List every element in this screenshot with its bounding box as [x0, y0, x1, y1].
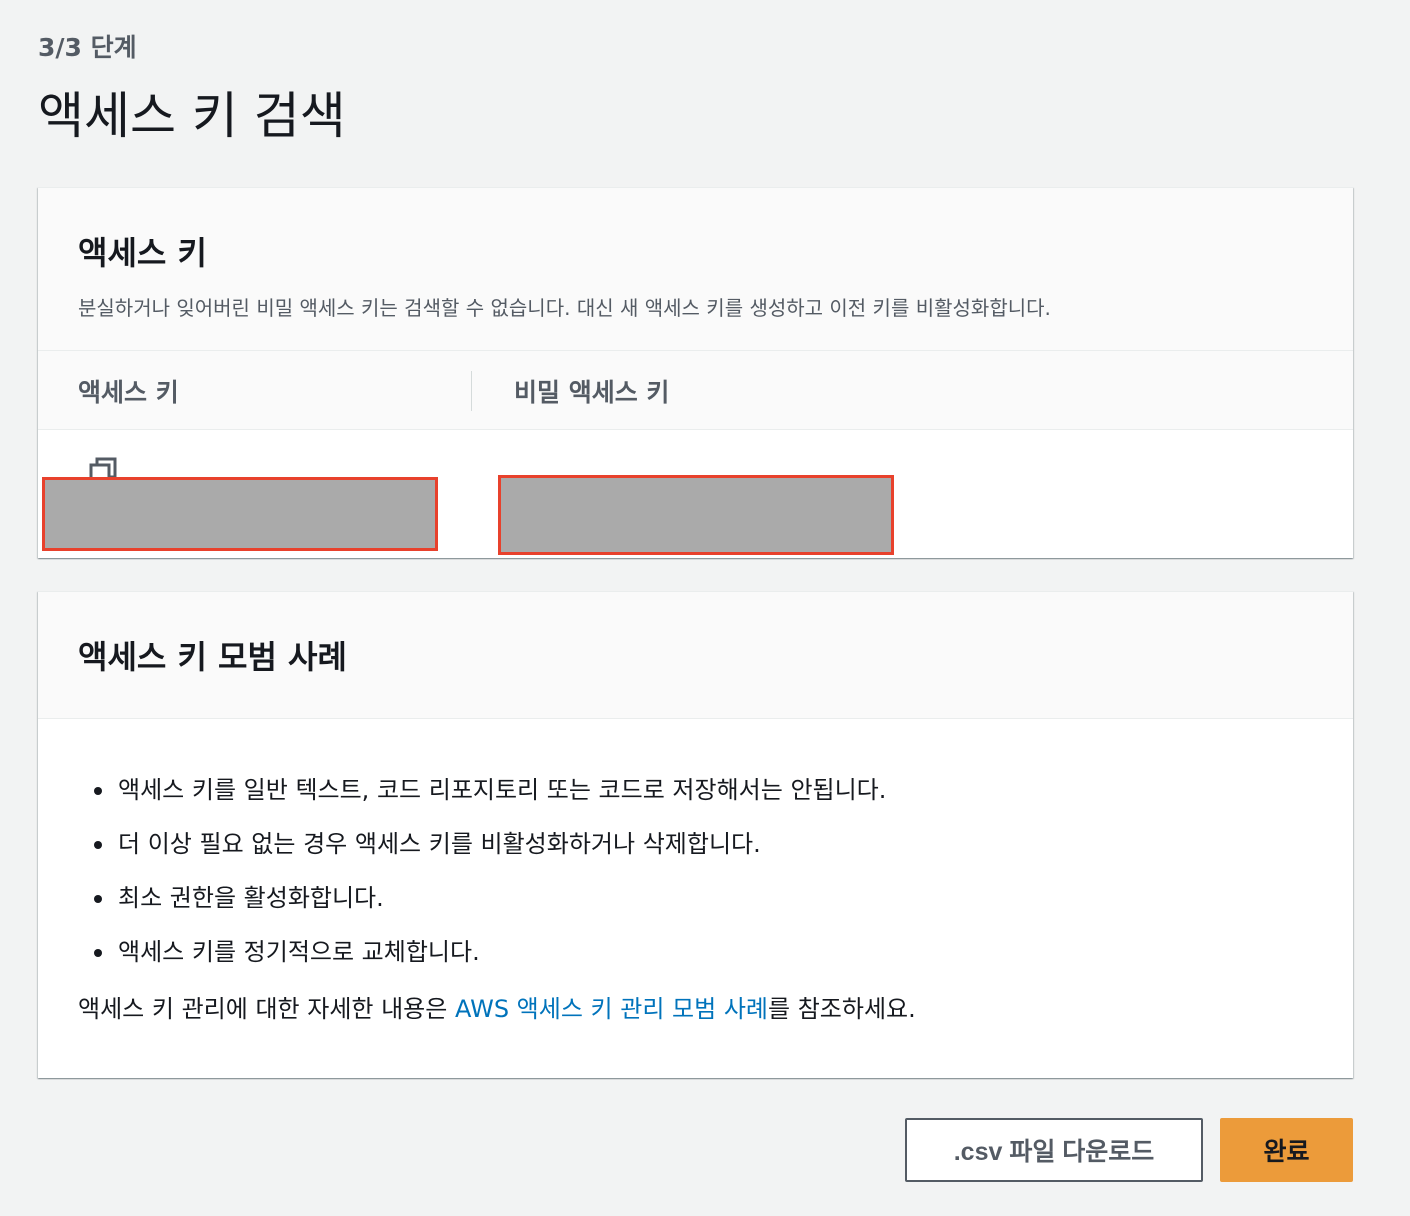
- download-csv-button[interactable]: .csv 파일 다운로드: [905, 1118, 1203, 1182]
- best-practices-link[interactable]: AWS 액세스 키 관리 모범 사례: [455, 995, 768, 1023]
- list-item: 더 이상 필요 없는 경우 액세스 키를 비활성화하거나 삭제합니다.: [78, 817, 1313, 871]
- access-keys-panel: 액세스 키 분실하거나 잊어버린 비밀 액세스 키는 검색할 수 없습니다. 대…: [38, 187, 1353, 558]
- keys-table-header: 액세스 키 비밀 액세스 키: [38, 351, 1353, 430]
- reference-prefix: 액세스 키 관리에 대한 자세한 내용은: [78, 995, 455, 1023]
- access-keys-panel-title: 액세스 키: [78, 234, 207, 272]
- done-button[interactable]: 완료: [1220, 1118, 1353, 1182]
- reference-suffix: 를 참조하세요.: [768, 995, 916, 1023]
- list-item: 최소 권한을 활성화합니다.: [78, 871, 1313, 925]
- column-divider: [471, 371, 472, 411]
- list-item: 액세스 키를 정기적으로 교체합니다.: [78, 925, 1313, 979]
- keys-table-row: [38, 430, 1353, 558]
- access-keys-panel-header: 액세스 키 분실하거나 잊어버린 비밀 액세스 키는 검색할 수 없습니다. 대…: [38, 188, 1353, 351]
- secret-access-key-redacted: [498, 475, 894, 555]
- best-practices-panel: 액세스 키 모범 사례 액세스 키를 일반 텍스트, 코드 리포지토리 또는 코…: [38, 591, 1353, 1078]
- step-label: 3/3 단계: [38, 33, 137, 62]
- access-keys-panel-description: 분실하거나 잊어버린 비밀 액세스 키는 검색할 수 없습니다. 대신 새 액세…: [78, 296, 1051, 320]
- access-key-redacted: [42, 477, 438, 551]
- page-title: 액세스 키 검색: [38, 87, 346, 145]
- column-header-secret-access-key: 비밀 액세스 키: [514, 378, 670, 407]
- best-practices-panel-header: 액세스 키 모범 사례: [38, 592, 1353, 719]
- column-header-access-key: 액세스 키: [78, 378, 179, 407]
- best-practices-list: 액세스 키를 일반 텍스트, 코드 리포지토리 또는 코드로 저장해서는 안됩니…: [78, 763, 1313, 979]
- best-practices-panel-title: 액세스 키 모범 사례: [78, 638, 347, 676]
- reference-line: 액세스 키 관리에 대한 자세한 내용은 AWS 액세스 키 관리 모범 사례를…: [78, 987, 1313, 1031]
- best-practices-panel-body: 액세스 키를 일반 텍스트, 코드 리포지토리 또는 코드로 저장해서는 안됩니…: [38, 719, 1353, 1031]
- list-item: 액세스 키를 일반 텍스트, 코드 리포지토리 또는 코드로 저장해서는 안됩니…: [78, 763, 1313, 817]
